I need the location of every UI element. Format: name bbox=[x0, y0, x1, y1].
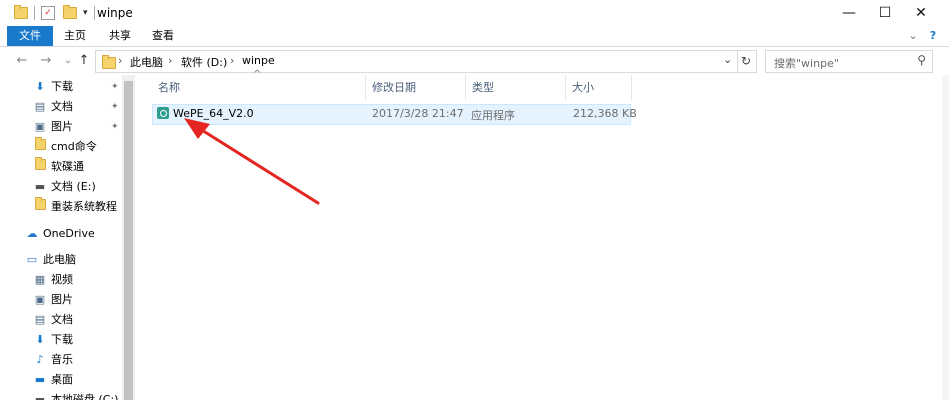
annotation-arrow bbox=[184, 118, 320, 205]
arrow-shaft bbox=[195, 125, 320, 205]
arrow-head bbox=[184, 118, 210, 139]
file-explorer-window: ✓ ▾ winpe — ☐ ✕ 文件 主页 共享 查看 ⌄ ? ← → ⌄ ↑ … bbox=[0, 0, 949, 400]
